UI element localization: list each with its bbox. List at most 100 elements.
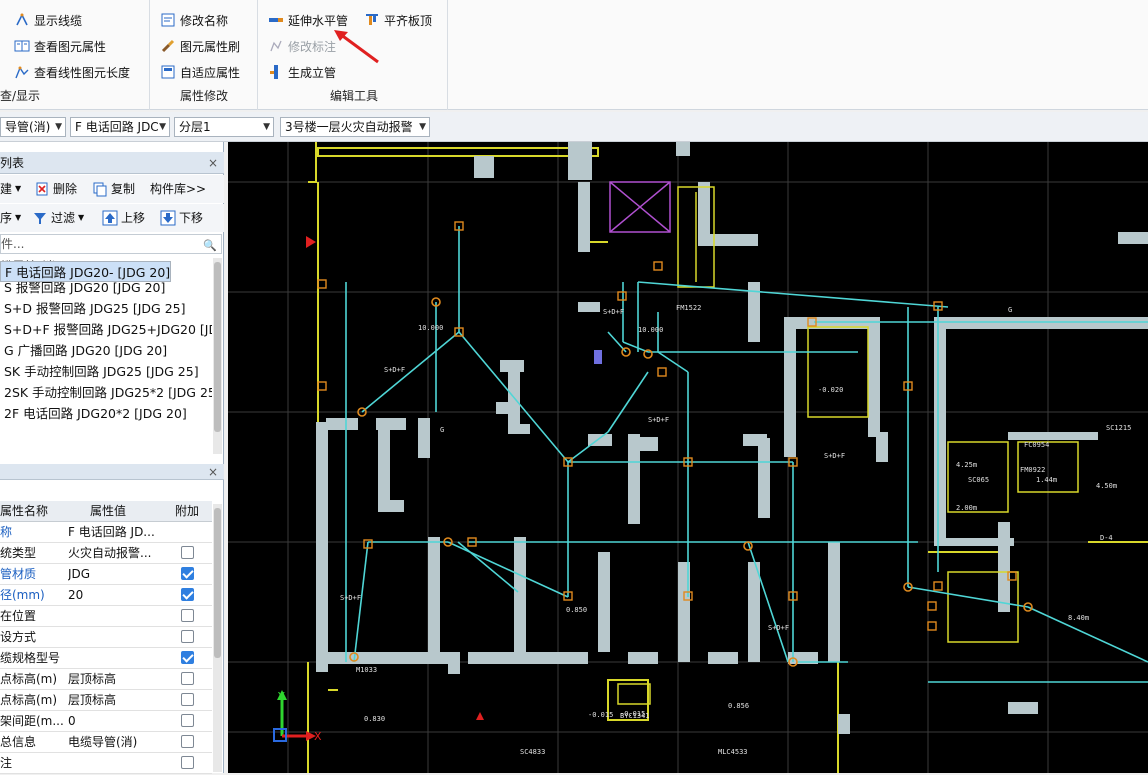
edit-group-title: 编辑工具 xyxy=(330,89,379,103)
selector-toolbar: 导管(消) ▼ F 电话回路 JDC ▼ 分层1 ▼ 3号楼一层火灾自动报警 ▼ xyxy=(0,112,1148,142)
delete-button[interactable]: 删除 xyxy=(34,180,77,197)
tree-item[interactable]: 2F 电话回路 JDG20*2 [JDG 20] xyxy=(0,403,212,424)
tree-item[interactable]: G 广播回路 JDG20 [JDG 20] xyxy=(0,340,212,361)
extra-checkbox[interactable] xyxy=(180,588,194,601)
new-button[interactable]: 建 ▼ xyxy=(0,180,21,197)
property-row[interactable]: 在位置 xyxy=(0,606,212,627)
modify-label-button[interactable]: 修改标注 xyxy=(268,36,336,56)
component-list-header: 列表 × xyxy=(0,152,224,174)
extra-checkbox[interactable] xyxy=(180,714,194,727)
close-icon[interactable]: × xyxy=(208,152,218,174)
attr-brush-button[interactable]: 图元属性刷 xyxy=(160,36,240,56)
show-lines-button[interactable]: 显示线缆 xyxy=(14,10,82,30)
library-button[interactable]: 构件库>> xyxy=(150,180,206,197)
copy-icon xyxy=(92,181,108,197)
property-name: 称 xyxy=(0,525,13,539)
drawing-label: 0.850 xyxy=(566,606,587,614)
property-value[interactable]: 层顶标高 xyxy=(68,669,166,689)
extra-checkbox[interactable] xyxy=(180,735,194,748)
property-value[interactable]: 层顶标高 xyxy=(68,690,166,710)
drawing-label: D-4 xyxy=(1100,534,1113,542)
drawing-label: 4.50m xyxy=(1096,482,1117,490)
drawing-canvas[interactable]: S+D+F S+D+F S+D+F S+D+F S+D+F S+D+F G G 0.850 0.8… xyxy=(228,142,1148,773)
component-toolbar-2: 序 ▼ 过滤 ▼ 上移 下移 xyxy=(0,204,224,232)
property-row[interactable]: 设方式 xyxy=(0,627,212,648)
property-row[interactable]: 点标高(m) 层顶标高 xyxy=(0,669,212,690)
property-value[interactable]: 0 xyxy=(68,711,166,731)
property-row[interactable]: 称 F 电话回路 JD... xyxy=(0,522,212,543)
extra-checkbox[interactable] xyxy=(180,546,194,559)
rename-button[interactable]: 修改名称 xyxy=(160,10,228,30)
scroll-thumb[interactable] xyxy=(214,262,221,432)
left-panel: 列表 × 建 ▼ 删除 复制 构件库>> 序 ▼ 过滤 ▼ 上移 下移 件... 🔍 … xyxy=(0,142,224,774)
tree-item[interactable]: F 电话回路 JDG20- [JDG 20] xyxy=(0,261,172,282)
property-row[interactable]: 管材质 JDG xyxy=(0,564,212,585)
view-line-length-button[interactable]: 查看线性图元长度 xyxy=(14,62,130,82)
property-row[interactable]: 注 xyxy=(0,753,212,774)
component-search-input[interactable]: 件... 🔍 xyxy=(0,234,222,254)
property-value[interactable]: 火灾自动报警... xyxy=(68,543,166,563)
property-extra xyxy=(172,753,202,775)
tree-scrollbar[interactable] xyxy=(213,258,222,454)
layer-select[interactable]: 分层1 ▼ xyxy=(174,117,274,137)
drawing-label: G xyxy=(440,426,444,434)
drawing-label: FM1522 xyxy=(676,304,701,312)
ucs-axis-icon: Y X xyxy=(273,690,322,743)
drawing-label: -0.015 xyxy=(620,710,645,718)
gen-riser-button[interactable]: 生成立管 xyxy=(268,62,336,82)
adaptive-attr-button[interactable]: 自适应属性 xyxy=(160,62,240,82)
extra-checkbox[interactable] xyxy=(180,693,194,706)
drawing-label: FM0922 xyxy=(1020,466,1045,474)
move-down-button[interactable]: 下移 xyxy=(160,209,203,226)
extra-checkbox[interactable] xyxy=(180,672,194,685)
props-icon xyxy=(14,38,30,54)
property-row[interactable]: 统类型 火灾自动报警... xyxy=(0,543,212,564)
property-row[interactable]: 径(mm) 20 xyxy=(0,585,212,606)
filter-button[interactable]: 过滤 ▼ xyxy=(32,209,84,226)
property-row[interactable]: 总信息 电缆导管(消) xyxy=(0,732,212,753)
extra-checkbox[interactable] xyxy=(180,567,194,580)
properties-scrollbar[interactable] xyxy=(213,504,222,772)
type-select[interactable]: 导管(消) ▼ xyxy=(0,117,66,137)
extra-checkbox[interactable] xyxy=(180,651,194,664)
property-value[interactable]: 20 xyxy=(68,585,166,605)
drawing-label: 8.40m xyxy=(1068,614,1089,622)
drawing-label: 1.44m xyxy=(1036,476,1057,484)
drawing-label: SC1215 xyxy=(1106,424,1131,432)
property-value[interactable]: F 电话回路 JD... xyxy=(68,522,166,542)
drawing-label: -0.015 xyxy=(588,711,613,719)
property-row[interactable]: 架间距(m... 0 xyxy=(0,711,212,732)
drawing-label: -0.020 xyxy=(818,386,843,394)
properties-table: 属性名称 属性值 附加 称F 电话回路 JD... 统类型 火灾自动报警... 管材质… xyxy=(0,501,212,774)
tree-item[interactable]: SK 手动控制回路 JDG25 [JDG 25] xyxy=(0,361,212,382)
extra-checkbox[interactable] xyxy=(180,756,194,769)
property-value[interactable]: JDG xyxy=(68,564,166,584)
sort-button[interactable]: 序 ▼ xyxy=(0,209,21,226)
drawing-select[interactable]: 3号楼一层火灾自动报警 ▼ xyxy=(280,117,430,137)
drawing-label: S+D+F xyxy=(648,416,669,424)
move-up-button[interactable]: 上移 xyxy=(102,209,145,226)
property-value[interactable]: 电缆导管(消) xyxy=(68,732,166,752)
scroll-thumb[interactable] xyxy=(214,508,221,658)
modify-label-icon xyxy=(268,38,284,54)
search-icon: 🔍 xyxy=(203,239,217,252)
drawing-label: 10.000 xyxy=(418,324,443,332)
view-props-button[interactable]: 查看图元属性 xyxy=(14,36,106,56)
component-select[interactable]: F 电话回路 JDC ▼ xyxy=(70,117,170,137)
filter-icon xyxy=(32,210,48,226)
tree-item[interactable]: S+D+F 报警回路 JDG25+JDG20 [JDG xyxy=(0,319,212,340)
extra-checkbox[interactable] xyxy=(180,609,194,622)
extra-checkbox[interactable] xyxy=(180,630,194,643)
property-row[interactable]: 点标高(m) 层顶标高 xyxy=(0,690,212,711)
property-name: 总信息 xyxy=(0,735,37,749)
chevron-down-icon: ▼ xyxy=(78,213,85,222)
tree-item[interactable]: S+D 报警回路 JDG25 [JDG 25] xyxy=(0,298,212,319)
view-group-title: 查/显示 xyxy=(0,89,41,103)
property-name: 缆规格型号 xyxy=(0,651,61,665)
property-row[interactable]: 缆规格型号 xyxy=(0,648,212,669)
cad-drawing[interactable]: S+D+F S+D+F S+D+F S+D+F S+D+F S+D+F G G 0.850 0.8… xyxy=(228,142,1148,773)
copy-button[interactable]: 复制 xyxy=(92,180,135,197)
close-icon[interactable]: × xyxy=(208,464,218,480)
tree-item[interactable]: 2SK 手动控制回路 JDG25*2 [JDG 25] xyxy=(0,382,212,403)
svg-text:Y: Y xyxy=(277,690,285,703)
